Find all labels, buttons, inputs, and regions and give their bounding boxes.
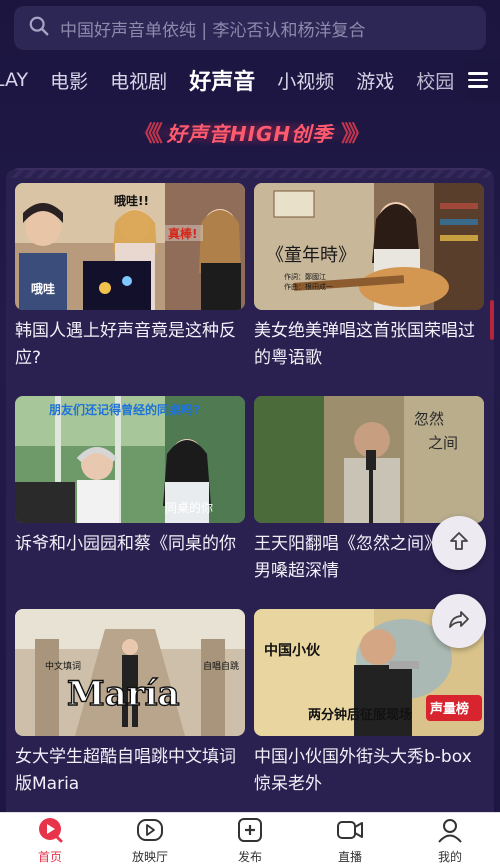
nav-profile[interactable]: 我的 (410, 813, 490, 864)
main-screen: 中国好声音单依纯 | 李沁否认和杨洋复合 LAY 电影 电视剧 好声音 小视频 … (0, 0, 500, 812)
svg-text:之间: 之间 (428, 434, 458, 452)
video-card[interactable]: 《童年時》 作詞：鄭國江 作曲：根田成一 美女绝美弹唱这首张国荣唱过的粤语歌 (254, 183, 484, 374)
tab-movie[interactable]: 电影 (50, 67, 88, 94)
video-thumbnail: 哦哇!! 真棒! 哦哇 (15, 183, 245, 310)
video-title: 中国小伙国外街头大秀b-box惊呆老外 (254, 747, 472, 794)
nav-theater[interactable]: 放映厅 (110, 813, 190, 864)
nav-publish[interactable]: 发布 (210, 813, 290, 864)
video-thumbnail: 朋友们还记得曾经的同桌吗? 同桌的你 (15, 396, 245, 523)
nav-publish-label: 发布 (237, 850, 262, 864)
search-placeholder: 中国好声音单依纯 | 李沁否认和杨洋复合 (60, 20, 366, 41)
svg-text:两分钟后征服现场: 两分钟后征服现场 (308, 707, 412, 723)
svg-text:哦哇: 哦哇 (31, 281, 55, 296)
svg-text:声量榜: 声量榜 (429, 701, 469, 717)
svg-text:真棒!: 真棒! (168, 226, 197, 241)
video-card[interactable]: María 中文填词 自唱自跳 女大学生超酷自唱跳中文填词版Maria (15, 609, 245, 800)
scroll-top-button[interactable] (432, 516, 486, 570)
tab-play[interactable]: LAY (0, 69, 28, 91)
share-button[interactable] (432, 594, 486, 648)
nav-theater-label: 放映厅 (131, 850, 168, 864)
search-icon (28, 15, 50, 41)
event-banner[interactable]: 《《 好声音HIGH创季 》》 (110, 112, 390, 152)
video-title: 美女绝美弹唱这首张国荣唱过的粤语歌 (254, 321, 475, 368)
play-icon (136, 817, 164, 847)
svg-text:《童年時》: 《童年時》 (266, 245, 356, 266)
menu-button[interactable] (456, 60, 500, 100)
nav-home-label: 首页 (37, 850, 62, 864)
video-thumbnail: 《童年時》 作詞：鄭國江 作曲：根田成一 (254, 183, 484, 310)
svg-text:自唱自跳: 自唱自跳 (203, 660, 239, 672)
svg-text:中国小伙: 中国小伙 (264, 642, 321, 659)
svg-text:中文填词: 中文填词 (45, 660, 81, 672)
tab-short-video[interactable]: 小视频 (277, 67, 334, 94)
panel-accent (490, 300, 494, 340)
up-arrow-icon (447, 529, 471, 557)
panel-decoration (6, 170, 494, 178)
home-icon (36, 817, 64, 847)
person-icon (436, 817, 464, 847)
nav-live[interactable]: 直播 (310, 813, 390, 864)
banner-right-chevrons: 》》 (341, 122, 370, 147)
video-card[interactable]: 朋友们还记得曾经的同桌吗? 同桌的你 诉爷和小园园和蔡《同桌的你 (15, 396, 245, 587)
banner-title: 好声音HIGH创季 (166, 121, 334, 146)
svg-text:朋友们还记得曾经的同桌吗?: 朋友们还记得曾经的同桌吗? (48, 402, 200, 417)
video-thumbnail: 忽然 之间 (254, 396, 484, 523)
category-tabs: LAY 电影 电视剧 好声音 小视频 游戏 校园 (0, 60, 500, 100)
svg-text:哦哇!!: 哦哇!! (114, 193, 149, 208)
tab-game[interactable]: 游戏 (356, 67, 394, 94)
menu-icon (468, 68, 488, 92)
video-title: 诉爷和小园园和蔡《同桌的你 (15, 534, 236, 554)
nav-home[interactable]: 首页 (10, 813, 90, 864)
svg-text:同桌的你: 同桌的你 (165, 500, 213, 515)
banner-left-chevrons: 《《 (133, 122, 163, 147)
tab-tv[interactable]: 电视剧 (110, 67, 167, 94)
video-title: 女大学生超酷自唱跳中文填词版Maria (15, 747, 236, 794)
camera-icon (336, 817, 364, 847)
share-arrow-icon (447, 607, 471, 635)
search-bar[interactable]: 中国好声音单依纯 | 李沁否认和杨洋复合 (14, 6, 486, 50)
svg-text:作詞：鄭國江: 作詞：鄭國江 (284, 272, 326, 281)
tab-good-voice[interactable]: 好声音 (189, 64, 255, 96)
video-thumbnail: María 中文填词 自唱自跳 (15, 609, 245, 736)
plus-icon (236, 817, 264, 847)
bottom-navigation: 首页 放映厅 发布 直播 我的 (0, 812, 500, 864)
svg-text:忽然: 忽然 (414, 410, 444, 428)
video-title: 韩国人遇上好声音竟是这种反应? (15, 321, 236, 368)
nav-profile-label: 我的 (437, 850, 462, 864)
nav-live-label: 直播 (337, 850, 362, 864)
tab-campus[interactable]: 校园 (416, 67, 454, 94)
video-card[interactable]: 哦哇!! 真棒! 哦哇 韩国人遇上好声音竟是这种反应? (15, 183, 245, 374)
svg-text:María: María (67, 674, 180, 714)
svg-text:作曲：根田成一: 作曲：根田成一 (284, 282, 333, 291)
